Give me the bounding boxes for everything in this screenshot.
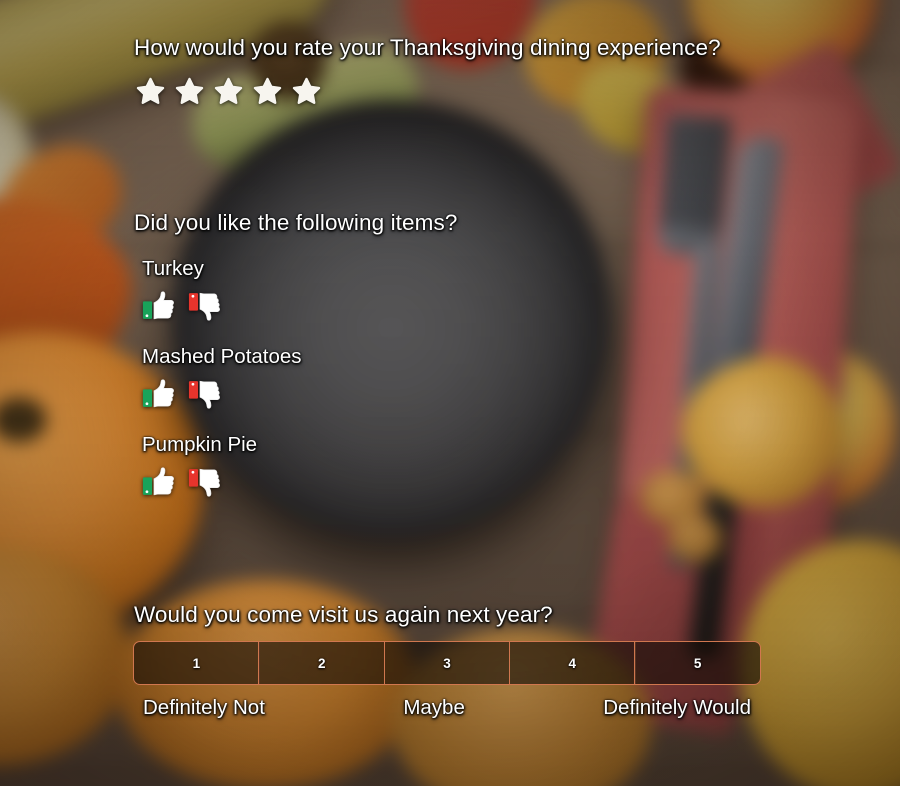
scale-anchor-high: Definitely Would xyxy=(603,696,751,719)
scale-option-4[interactable]: 4 xyxy=(508,641,636,685)
survey-item-pumpkin-pie: Pumpkin Pie xyxy=(142,432,257,498)
star-icon-4[interactable] xyxy=(253,77,282,106)
thumbs-down-icon[interactable] xyxy=(188,378,221,410)
thumbs-choice-row xyxy=(142,378,302,410)
survey-page: How would you rate your Thanksgiving din… xyxy=(0,0,900,786)
thumbs-down-icon[interactable] xyxy=(188,290,221,322)
survey-item-turkey: Turkey xyxy=(142,256,221,322)
rating-question-heading: How would you rate your Thanksgiving din… xyxy=(134,35,721,60)
thumbs-up-icon[interactable] xyxy=(142,466,175,498)
survey-content: How would you rate your Thanksgiving din… xyxy=(0,0,900,786)
thumbs-up-icon[interactable] xyxy=(142,378,175,410)
thumbs-down-icon[interactable] xyxy=(188,466,221,498)
scale-anchor-mid: Maybe xyxy=(403,696,465,719)
thumbs-choice-row xyxy=(142,290,221,322)
likert-scale: 1 2 3 4 5 xyxy=(133,641,761,685)
items-question-heading: Did you like the following items? xyxy=(134,210,458,235)
scale-anchor-labels: Definitely Not Maybe Definitely Would xyxy=(143,696,751,720)
star-icon-2[interactable] xyxy=(175,77,204,106)
survey-item-mashed-potatoes: Mashed Potatoes xyxy=(142,344,302,410)
star-icon-5[interactable] xyxy=(292,77,321,106)
scale-option-2[interactable]: 2 xyxy=(258,641,386,685)
star-icon-1[interactable] xyxy=(136,77,165,106)
scale-option-3[interactable]: 3 xyxy=(383,641,511,685)
scale-option-5[interactable]: 5 xyxy=(634,641,761,685)
star-icon-3[interactable] xyxy=(214,77,243,106)
item-label: Mashed Potatoes xyxy=(142,345,302,368)
scale-anchor-low: Definitely Not xyxy=(143,696,265,719)
item-label: Turkey xyxy=(142,257,204,280)
thumbs-up-icon[interactable] xyxy=(142,290,175,322)
revisit-question-heading: Would you come visit us again next year? xyxy=(134,602,553,627)
thumbs-choice-row xyxy=(142,466,257,498)
star-rating-control[interactable] xyxy=(136,77,321,106)
item-label: Pumpkin Pie xyxy=(142,433,258,456)
scale-option-1[interactable]: 1 xyxy=(133,641,260,685)
